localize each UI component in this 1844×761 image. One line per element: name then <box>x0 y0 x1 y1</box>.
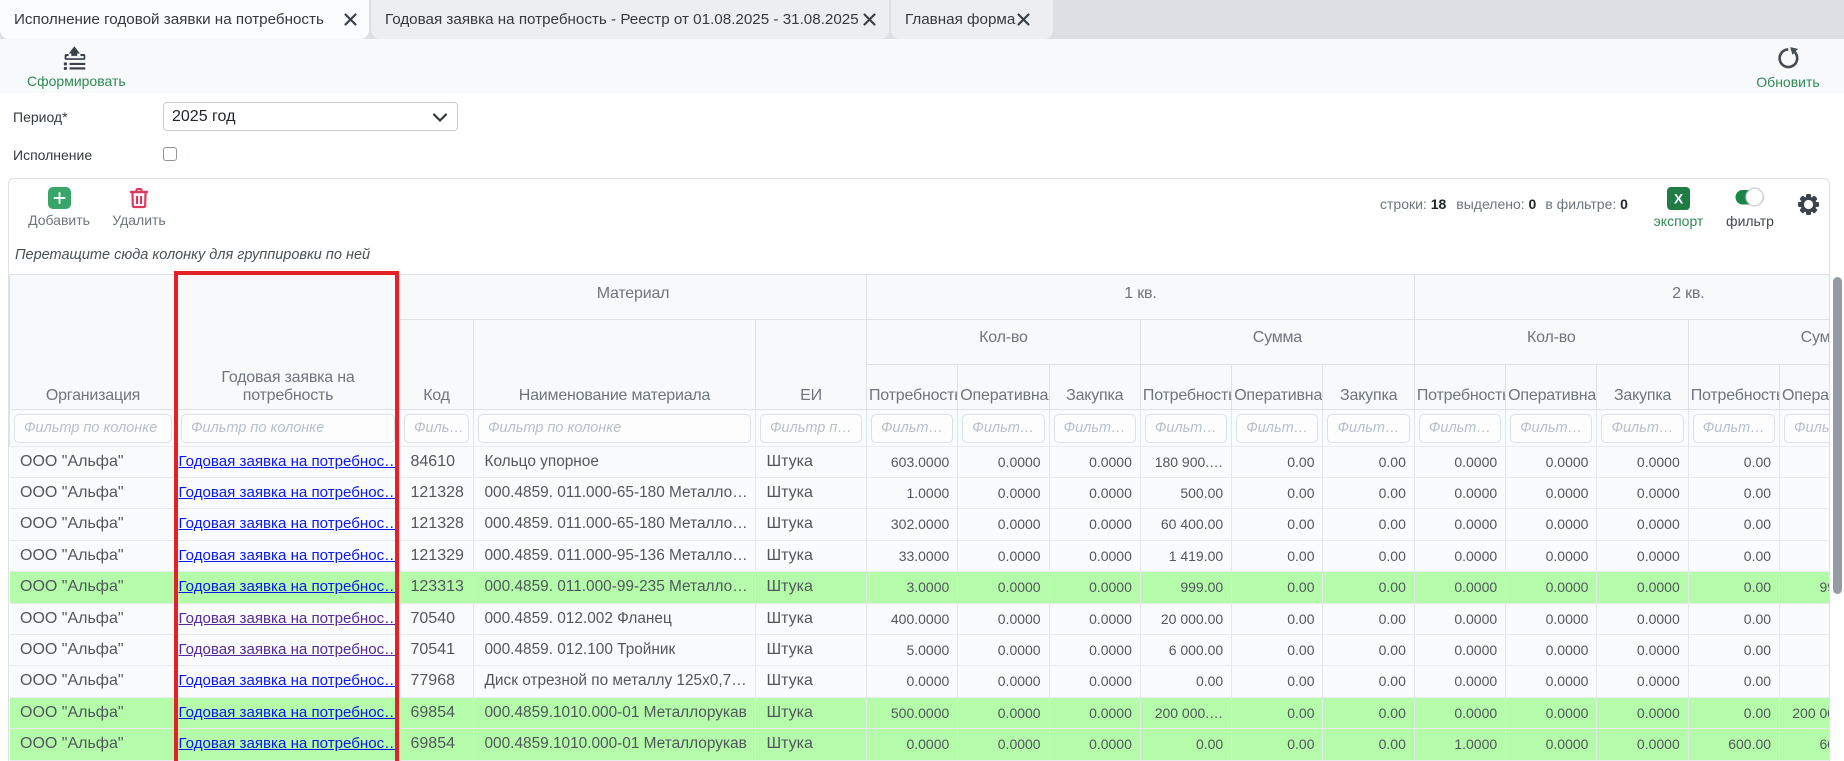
svg-text:X: X <box>1674 191 1684 207</box>
